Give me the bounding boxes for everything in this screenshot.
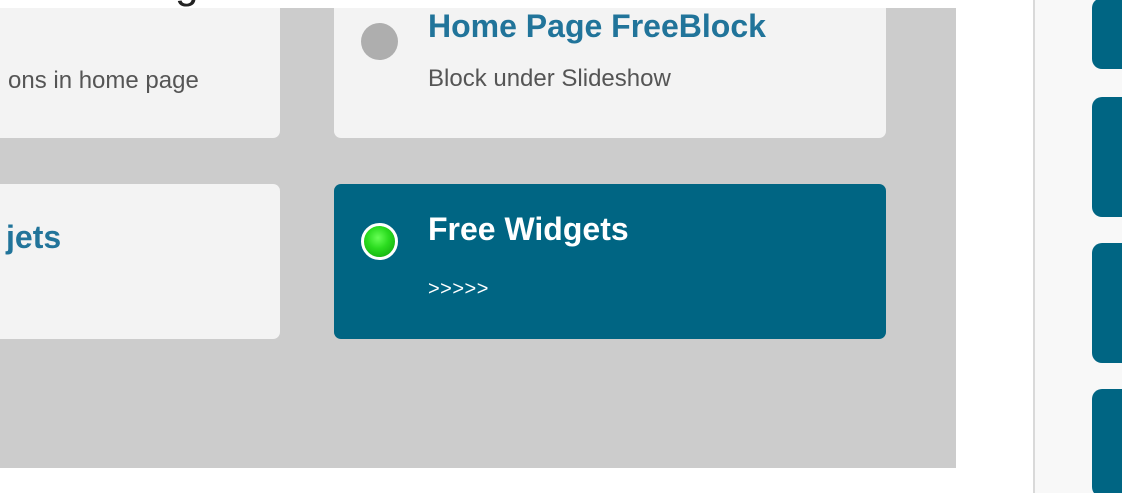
widgets-card-title: jets bbox=[6, 219, 62, 255]
status-dot-green-icon bbox=[361, 223, 398, 260]
side-tab-4[interactable] bbox=[1092, 389, 1122, 493]
home-page-freeblock-card[interactable]: Home Page FreeBlock Block under Slidesho… bbox=[334, 8, 886, 138]
home-page-options-subtitle: ons in home page bbox=[8, 67, 199, 94]
home-page-blocks-panel: ons in home page Home Page FreeBlock Blo… bbox=[0, 8, 956, 468]
screenshot-stage: Home Page FreeBlock... ons in home page … bbox=[0, 0, 1122, 493]
widgets-card[interactable]: jets bbox=[0, 184, 280, 339]
free-widgets-card[interactable]: Free Widgets >>>>> bbox=[334, 184, 886, 339]
free-widgets-title: Free Widgets bbox=[428, 211, 629, 247]
side-tab-1[interactable] bbox=[1092, 0, 1122, 69]
cropped-top-text: Home Page FreeBlock... bbox=[0, 0, 760, 8]
status-dot-gray-icon bbox=[361, 23, 398, 60]
side-tab-2[interactable] bbox=[1092, 97, 1122, 217]
side-tab-3[interactable] bbox=[1092, 243, 1122, 363]
free-widgets-subtitle: >>>>> bbox=[428, 278, 489, 300]
home-page-options-card[interactable]: ons in home page bbox=[0, 8, 280, 138]
home-page-freeblock-subtitle: Block under Slideshow bbox=[428, 65, 671, 92]
home-page-freeblock-title: Home Page FreeBlock bbox=[428, 8, 766, 44]
